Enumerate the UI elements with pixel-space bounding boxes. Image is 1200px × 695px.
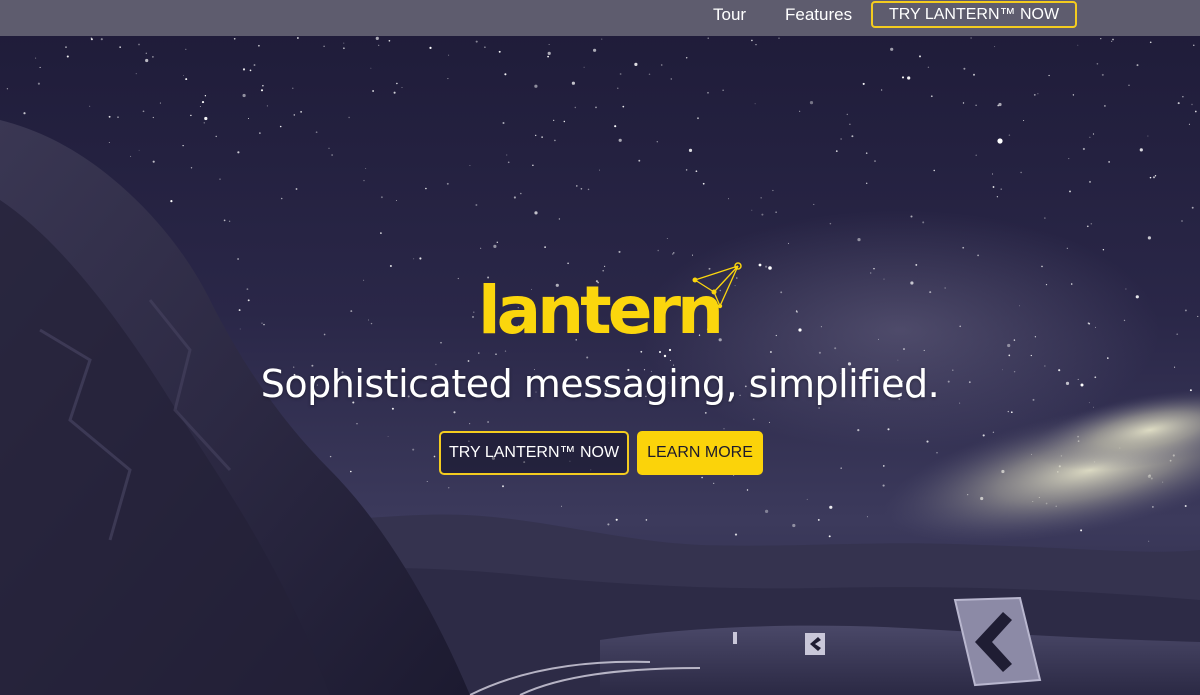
lantern-logo: lantern <box>478 255 778 355</box>
nav-link-tour[interactable]: Tour <box>713 5 746 25</box>
constellation-icon <box>692 262 742 309</box>
nav-try-lantern-button[interactable]: TRY LANTERN™ NOW <box>871 1 1077 28</box>
try-lantern-button[interactable]: TRY LANTERN™ NOW <box>439 431 629 475</box>
learn-more-button[interactable]: LEARN MORE <box>637 431 763 475</box>
hero-tagline: Sophisticated messaging, simplified. <box>260 362 940 406</box>
nav-link-features[interactable]: Features <box>785 5 852 25</box>
top-navigation-bar: Tour Features TRY LANTERN™ NOW <box>0 0 1200 36</box>
